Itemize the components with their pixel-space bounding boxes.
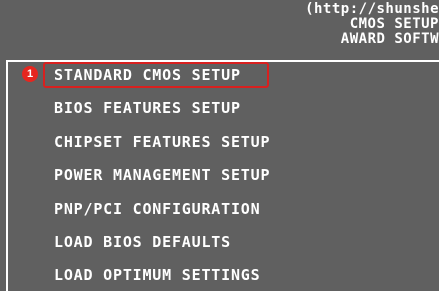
menu-item-bios-features-setup[interactable]: BIOS FEATURES SETUP xyxy=(54,98,241,118)
menu-item-standard-cmos-setup[interactable]: STANDARD CMOS SETUP xyxy=(54,65,241,85)
menu-item-load-optimum-settings[interactable]: LOAD OPTIMUM SETTINGS xyxy=(54,265,260,285)
bios-setup-screen: (http://shunshe CMOS SETUP AWARD SOFTW 1… xyxy=(0,0,439,291)
header-vendor-line: AWARD SOFTW xyxy=(340,31,439,47)
menu-item-pnp-pci-configuration[interactable]: PNP/PCI CONFIGURATION xyxy=(54,199,260,219)
menu-item-load-bios-defaults[interactable]: LOAD BIOS DEFAULTS xyxy=(54,232,231,252)
step-number-badge: 1 xyxy=(22,66,38,82)
menu-item-chipset-features-setup[interactable]: CHIPSET FEATURES SETUP xyxy=(54,132,270,152)
bios-header: (http://shunshe CMOS SETUP AWARD SOFTW xyxy=(239,2,439,47)
header-title-line: CMOS SETUP xyxy=(349,16,439,32)
header-url-line: (http://shunshe xyxy=(305,2,439,17)
menu-item-power-management-setup[interactable]: POWER MANAGEMENT SETUP xyxy=(54,165,270,185)
